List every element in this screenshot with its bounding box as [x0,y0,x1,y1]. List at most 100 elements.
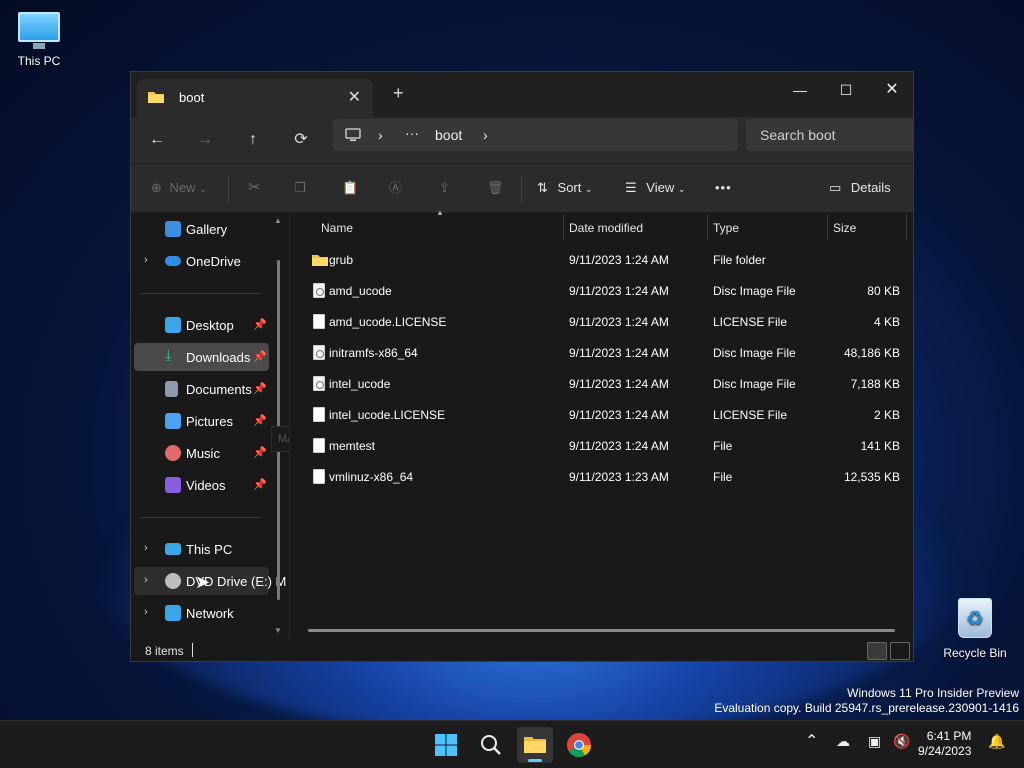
forward-button[interactable]: → [191,126,219,154]
title-bar[interactable]: boot ✕ + — ☐ ✕ [131,72,913,117]
sidebar-item-this-pc[interactable]: › This PC [134,535,269,563]
column-divider[interactable] [707,214,708,240]
network-status-icon[interactable]: ▣ [868,733,881,750]
close-button[interactable]: ✕ [869,76,913,104]
file-date: 9/11/2023 1:24 AM [569,408,669,422]
address-bar[interactable]: › ··· boot › [333,119,738,151]
share-icon[interactable]: ⇪ [439,176,450,200]
file-size: 2 KB [873,408,900,422]
large-icons-view-icon[interactable] [890,642,910,660]
table-row[interactable]: amd_ucode 9/11/2023 1:24 AM Disc Image F… [290,275,910,306]
sidebar-item-gallery[interactable]: Gallery [134,215,269,243]
delete-icon[interactable]: 🗑 [487,176,504,200]
chevron-right-icon[interactable]: › [144,542,148,554]
file-name: amd_ucode.LICENSE [329,315,447,329]
toolbar-divider [521,176,522,202]
table-row[interactable]: memtest 9/11/2023 1:24 AM File 141 KB [290,430,910,461]
file-size: 12,535 KB [843,470,900,484]
paste-icon[interactable]: 📋 [342,176,358,200]
evaluation-watermark: Windows 11 Pro Insider Preview Evaluatio… [714,686,1019,716]
search-button[interactable] [473,727,509,763]
chevron-right-icon[interactable]: › [144,254,148,266]
sidebar-item-downloads[interactable]: ⤓ Downloads 📌 [134,343,269,371]
back-button[interactable]: ← [143,126,171,154]
file-name: intel_ucode.LICENSE [329,408,446,422]
desktop-icon-recycle-bin[interactable]: ♻ Recycle Bin [937,598,1013,660]
network-icon [165,605,181,621]
sidebar-item-desktop[interactable]: Desktop 📌 [134,311,269,339]
onedrive-status-icon[interactable]: ☁ [836,733,850,750]
file-size: 7,188 KB [850,377,900,391]
details-label: Details [850,180,891,195]
sidebar-item-music[interactable]: Music 📌 [134,439,269,467]
pin-icon: 📌 [253,479,267,491]
new-button[interactable]: ⊕ New ⌄ [151,176,207,200]
volume-muted-icon[interactable]: 🔇 [893,733,910,750]
maximize-button[interactable]: ☐ [823,76,869,104]
search-input[interactable] [760,126,910,144]
sidebar-item-label: Videos [186,478,226,493]
view-label: View [646,180,675,195]
search-box[interactable] [746,119,913,151]
minimize-button[interactable]: — [777,76,823,104]
refresh-button[interactable]: ⟳ [287,126,315,154]
breadcrumb-separator[interactable]: › [483,127,488,143]
column-divider[interactable] [563,214,564,240]
sidebar-item-onedrive[interactable]: › OneDrive [134,247,269,275]
this-pc-icon [18,12,60,49]
rename-icon[interactable]: Ⓐ [389,176,402,200]
start-button[interactable] [428,727,464,763]
file-explorer-taskbar-button[interactable] [517,727,553,763]
status-bar: 8 items [131,639,913,661]
table-row[interactable]: initramfs-x86_64 9/11/2023 1:24 AM Disc … [290,337,910,368]
new-tab-button[interactable]: + [393,83,404,104]
text-caret [192,643,193,657]
chrome-taskbar-button[interactable] [561,727,597,763]
chevron-right-icon[interactable]: › [144,574,148,586]
documents-icon [165,381,178,397]
details-button[interactable]: ▭ Details [829,176,891,200]
column-header-name[interactable]: Name [321,221,353,235]
details-view-icon[interactable] [867,642,887,660]
chevron-up-icon[interactable]: ⌃ [805,731,818,751]
breadcrumb-boot[interactable]: boot [435,127,462,143]
desktop-icon-this-pc[interactable]: This PC [1,12,77,68]
chevron-right-icon[interactable]: › [144,606,148,618]
table-row[interactable]: amd_ucode.LICENSE 9/11/2023 1:24 AM LICE… [290,306,910,337]
up-button[interactable]: ↑ [239,126,267,154]
scroll-down-icon[interactable]: ▼ [274,626,282,635]
column-header-size[interactable]: Size [833,221,856,235]
tab-boot[interactable]: boot ✕ [137,79,373,117]
file-name: vmlinuz-x86_64 [329,470,414,484]
sidebar-item-documents[interactable]: Documents 📌 [134,375,269,403]
horizontal-scrollbar[interactable] [308,629,895,632]
scroll-up-icon[interactable]: ▲ [274,216,282,225]
column-header-date[interactable]: Date modified [569,221,643,235]
cut-icon[interactable]: ✂ [248,176,261,200]
more-options-button[interactable]: ••• [715,176,732,200]
file-name: grub [329,253,354,267]
address-row: ← → ↑ ⟳ › ··· boot › [131,117,913,163]
system-clock[interactable]: 6:41 PM 9/24/2023 [918,729,971,759]
sort-button[interactable]: ⇅ Sort ⌄ [537,176,593,200]
breadcrumb-separator[interactable]: › [378,127,383,143]
table-row[interactable]: intel_ucode.LICENSE 9/11/2023 1:24 AM LI… [290,399,910,430]
monitor-icon[interactable] [345,128,361,145]
sidebar-item-label: Downloads [186,350,251,365]
tab-close-icon[interactable]: ✕ [348,87,361,107]
file-type: LICENSE File [713,408,788,422]
sidebar-scrollbar[interactable]: ▲ ▼ [274,216,282,635]
table-row[interactable]: grub 9/11/2023 1:24 AM File folder [290,244,910,275]
column-header-type[interactable]: Type [713,221,739,235]
sidebar-item-network[interactable]: › Network [134,599,269,627]
breadcrumb-more[interactable]: ··· [405,125,419,141]
view-button[interactable]: ☰ View ⌄ [625,176,685,200]
copy-icon[interactable]: ❐ [294,176,306,200]
column-divider[interactable] [906,214,907,240]
column-divider[interactable] [827,214,828,240]
table-row[interactable]: vmlinuz-x86_64 9/11/2023 1:23 AM File 12… [290,461,910,492]
table-row[interactable]: intel_ucode 9/11/2023 1:24 AM Disc Image… [290,368,910,399]
sidebar-item-videos[interactable]: Videos 📌 [134,471,269,499]
notification-bell-icon[interactable]: 🔔 [988,733,1005,750]
sidebar-item-pictures[interactable]: Pictures 📌 [134,407,269,435]
